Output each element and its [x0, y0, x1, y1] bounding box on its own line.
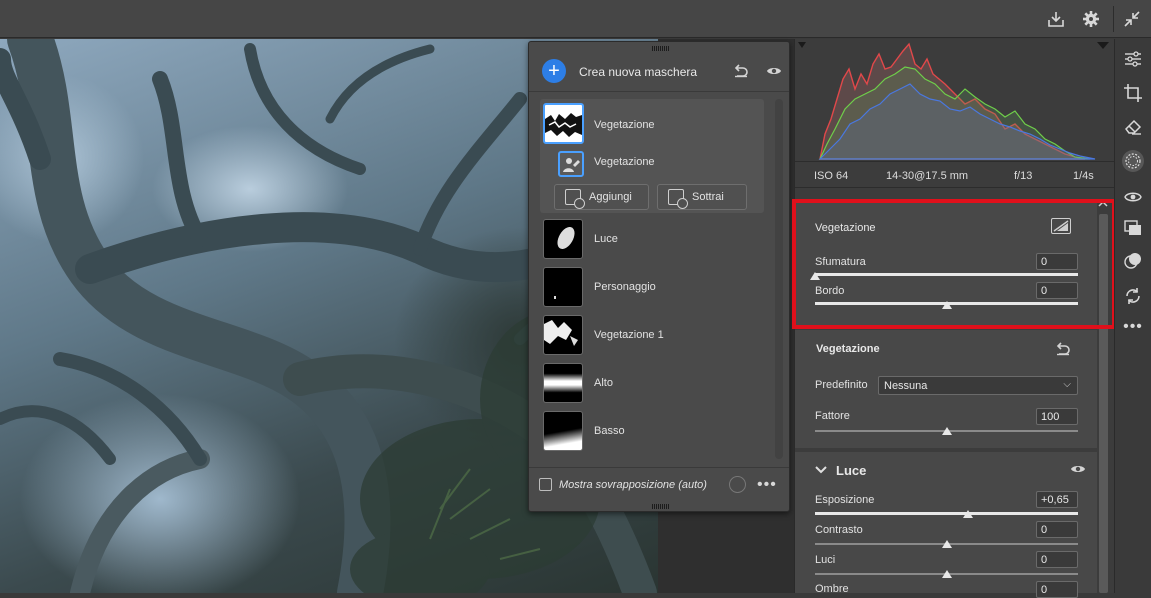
collapse-icon[interactable] — [1122, 9, 1142, 29]
preset-label: Predefinito — [815, 379, 868, 391]
exif-info: ISO 64 14-30@17.5 mm f/13 1/4s — [795, 161, 1115, 188]
mask-group-label: Vegetazione — [594, 119, 655, 131]
subtract-label: Sottrai — [692, 191, 724, 203]
adjustment-title: Vegetazione — [816, 343, 880, 355]
add-button[interactable]: Aggiungi — [554, 184, 649, 210]
amount-label: Fattore — [815, 410, 850, 422]
mask-label: Alto — [594, 377, 613, 389]
contrast-label: Contrasto — [815, 524, 863, 536]
mask-thumbnail — [543, 363, 583, 403]
light-section: Luce Esposizione +0,65 Contrasto 0 Luci … — [795, 452, 1097, 598]
highlights-label: Luci — [815, 554, 836, 566]
highlights-slider-thumb[interactable] — [941, 570, 952, 578]
sync-icon[interactable] — [1123, 286, 1143, 306]
add-mask-icon — [565, 189, 585, 209]
mask-item[interactable]: Personaggio — [540, 264, 764, 310]
subtract-mask-icon — [668, 189, 688, 209]
mask-thumbnail — [543, 219, 583, 259]
contrast-value[interactable]: 0 — [1036, 521, 1078, 538]
amount-value[interactable]: 100 — [1036, 408, 1078, 425]
mask-item[interactable]: Alto — [540, 360, 764, 406]
mask-label: Personaggio — [594, 281, 656, 293]
highlight-annotation — [792, 199, 1116, 329]
download-icon[interactable] — [1046, 9, 1066, 29]
mask-label: Basso — [594, 425, 625, 437]
masks-panel-header: + Crea nuova maschera — [529, 56, 789, 86]
create-mask-label[interactable]: Crea nuova maschera — [579, 65, 697, 79]
top-toolbar — [0, 0, 1151, 38]
mask-label: Luce — [594, 233, 618, 245]
highlight-clipping-icon[interactable] — [1097, 42, 1109, 49]
reset-icon[interactable] — [732, 62, 750, 80]
mask-item[interactable]: Basso — [540, 408, 764, 454]
adjustment-section: Vegetazione Predefinito Nessuna ⌵ Fattor… — [795, 330, 1097, 448]
masking-icon[interactable] — [1122, 150, 1144, 172]
eye-icon[interactable] — [765, 62, 783, 80]
preset-select[interactable]: Nessuna ⌵ — [878, 376, 1078, 395]
mask-group-vegetazione[interactable]: Vegetazione Vegetazione Aggiungi Sottrai — [540, 99, 764, 213]
subject-component-icon[interactable] — [558, 151, 584, 177]
shadows-value[interactable]: 0 — [1036, 581, 1078, 598]
chevron-down-icon[interactable] — [815, 464, 827, 478]
iso-value: ISO 64 — [814, 170, 849, 182]
aperture-value: f/13 — [1014, 170, 1033, 182]
gear-icon[interactable] — [1081, 9, 1101, 29]
mask-thumbnail — [543, 411, 583, 451]
more-options-icon[interactable]: ••• — [757, 476, 777, 494]
exposure-value[interactable]: +0,65 — [1036, 491, 1078, 508]
mask-thumbnail — [543, 315, 583, 355]
exposure-slider-thumb[interactable] — [962, 510, 973, 518]
subtract-button[interactable]: Sottrai — [657, 184, 747, 210]
crop-icon[interactable] — [1123, 83, 1143, 103]
eraser-icon[interactable] — [1123, 117, 1143, 137]
contrast-slider-thumb[interactable] — [941, 540, 952, 548]
tool-strip: ••• — [1114, 39, 1151, 593]
lens-value: 14-30@17.5 mm — [886, 170, 969, 182]
drag-handle-top[interactable] — [652, 46, 670, 51]
amount-slider-thumb[interactable] — [941, 427, 952, 435]
mask-item[interactable]: Vegetazione 1 — [540, 312, 764, 358]
mask-thumbnail — [543, 267, 583, 307]
mask-item[interactable]: Luce — [540, 216, 764, 262]
mask-label: Vegetazione 1 — [594, 329, 664, 341]
exposure-slider-track[interactable] — [815, 512, 1078, 515]
shutter-value: 1/4s — [1073, 170, 1094, 182]
red-eye-icon[interactable] — [1123, 187, 1143, 207]
overlay-label: Mostra sovrapposizione (auto) — [559, 479, 707, 491]
overlay-checkbox[interactable] — [539, 478, 552, 491]
eye-icon[interactable] — [1069, 460, 1087, 478]
toolbar-separator — [1113, 6, 1114, 32]
masks-panel: + Crea nuova maschera Vegetazione Vegeta… — [528, 41, 790, 512]
histogram — [795, 39, 1115, 161]
mask-thumbnail[interactable] — [543, 103, 584, 144]
preset-value: Nessuna — [884, 380, 928, 392]
exposure-label: Esposizione — [815, 494, 875, 506]
add-label: Aggiungi — [589, 191, 632, 203]
reset-icon[interactable] — [1054, 340, 1072, 358]
masks-scrollbar[interactable] — [775, 99, 783, 459]
shadow-clipping-icon[interactable] — [798, 42, 806, 48]
more-options-icon[interactable]: ••• — [1123, 317, 1143, 337]
divider — [529, 91, 789, 92]
light-title[interactable]: Luce — [836, 463, 866, 478]
chevron-down-icon: ⌵ — [1063, 379, 1071, 390]
divider — [529, 467, 789, 468]
create-mask-button[interactable]: + — [542, 59, 566, 83]
snapshots-icon[interactable] — [1123, 218, 1143, 238]
overlay-color-swatch[interactable] — [729, 476, 746, 493]
drag-handle-bottom[interactable] — [652, 504, 670, 509]
highlights-value[interactable]: 0 — [1036, 551, 1078, 568]
presets-icon[interactable] — [1123, 251, 1143, 271]
shadows-label: Ombre — [815, 583, 849, 595]
mask-component-label: Vegetazione — [594, 156, 655, 168]
edit-sliders-icon[interactable] — [1123, 49, 1143, 69]
